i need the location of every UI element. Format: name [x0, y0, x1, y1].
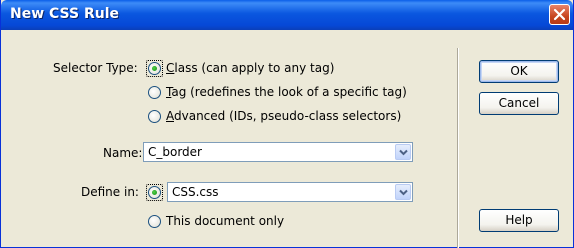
name-dropdown-button[interactable]	[395, 144, 411, 160]
advanced-radio-label[interactable]: Advanced (IDs, pseudo-class selectors)	[166, 108, 401, 124]
stylesheet-value[interactable]: CSS.css	[172, 184, 219, 200]
name-label: Name:	[103, 146, 143, 160]
advanced-radio[interactable]	[148, 110, 161, 123]
this-document-radio[interactable]	[148, 215, 161, 228]
ok-button[interactable]: OK	[479, 60, 559, 83]
close-button[interactable]	[549, 4, 570, 25]
help-button[interactable]: Help	[479, 209, 559, 232]
this-document-label[interactable]: This document only	[166, 213, 284, 229]
tag-radio[interactable]	[148, 86, 161, 99]
dialog-title: New CSS Rule	[10, 6, 120, 22]
stylesheet-dropdown-button[interactable]	[395, 184, 411, 200]
class-radio-label[interactable]: Class (can apply to any tag)	[166, 60, 334, 76]
title-bar[interactable]: New CSS Rule	[1, 0, 573, 30]
radio-selected-dot	[152, 66, 157, 71]
name-combobox[interactable]: C_border	[143, 142, 413, 162]
class-radio[interactable]	[146, 60, 163, 77]
stylesheet-combobox[interactable]: CSS.css	[167, 182, 413, 202]
selector-type-label: Selector Type:	[53, 61, 138, 75]
stylesheet-radio[interactable]	[146, 184, 163, 201]
new-css-rule-dialog: New CSS Rule Selector Type: Class (can a…	[0, 0, 574, 248]
radio-selected-dot	[152, 190, 157, 195]
tag-radio-label[interactable]: Tag (redefines the look of a specific ta…	[166, 84, 407, 100]
cancel-button[interactable]: Cancel	[479, 92, 559, 115]
divider	[457, 48, 458, 248]
define-in-label: Define in:	[81, 185, 139, 199]
name-value[interactable]: C_border	[148, 144, 202, 160]
